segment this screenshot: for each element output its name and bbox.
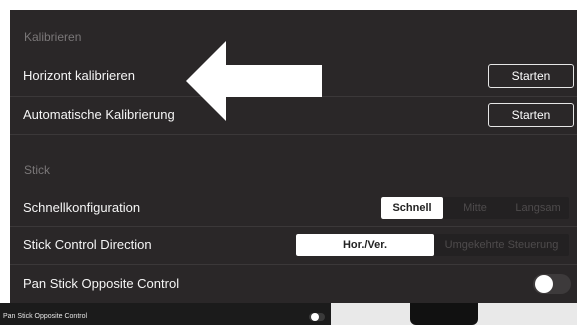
quick-config-segmented-control: Schnell Mitte Langsam xyxy=(381,197,569,219)
quick-config-label: Schnellkonfiguration xyxy=(23,200,141,215)
row-pan-stick-opposite: Pan Stick Opposite Control xyxy=(10,266,577,302)
section-header-stick: Stick xyxy=(24,163,51,177)
strip-dark-object xyxy=(410,303,478,325)
stick-direction-label: Stick Control Direction xyxy=(23,237,152,252)
left-arrow-icon xyxy=(186,41,322,121)
direction-option-reversed[interactable]: Umgekehrte Steuerung xyxy=(434,234,569,256)
background-video-strip: Pan Stick Opposite Control xyxy=(0,303,577,325)
quick-config-option-schnell[interactable]: Schnell xyxy=(381,197,443,219)
divider xyxy=(10,264,577,265)
auto-calibrate-start-button[interactable]: Starten xyxy=(488,103,574,127)
auto-calibrate-label: Automatische Kalibrierung xyxy=(23,107,175,122)
section-header-kalibrieren: Kalibrieren xyxy=(24,30,82,44)
quick-config-option-langsam[interactable]: Langsam xyxy=(507,197,569,219)
strip-pan-label: Pan Stick Opposite Control xyxy=(3,313,88,320)
horizon-calibrate-label: Horizont kalibrieren xyxy=(23,68,135,83)
pan-stick-opposite-toggle[interactable] xyxy=(533,274,571,294)
strip-toggle-icon xyxy=(309,313,325,321)
pan-stick-opposite-label: Pan Stick Opposite Control xyxy=(23,276,180,291)
row-stick-direction: Stick Control Direction Hor./Ver. Umgeke… xyxy=(10,227,577,263)
horizon-start-button[interactable]: Starten xyxy=(488,64,574,88)
row-quick-config: Schnellkonfiguration Schnell Mitte Langs… xyxy=(10,190,577,226)
toggle-knob xyxy=(535,275,553,293)
settings-panel: Kalibrieren Horizont kalibrieren Starten… xyxy=(10,10,577,303)
quick-config-option-mitte[interactable]: Mitte xyxy=(443,197,507,219)
direction-option-hor-ver[interactable]: Hor./Ver. xyxy=(296,234,434,256)
stick-direction-segmented-control: Hor./Ver. Umgekehrte Steuerung xyxy=(296,234,569,256)
divider xyxy=(10,134,577,135)
